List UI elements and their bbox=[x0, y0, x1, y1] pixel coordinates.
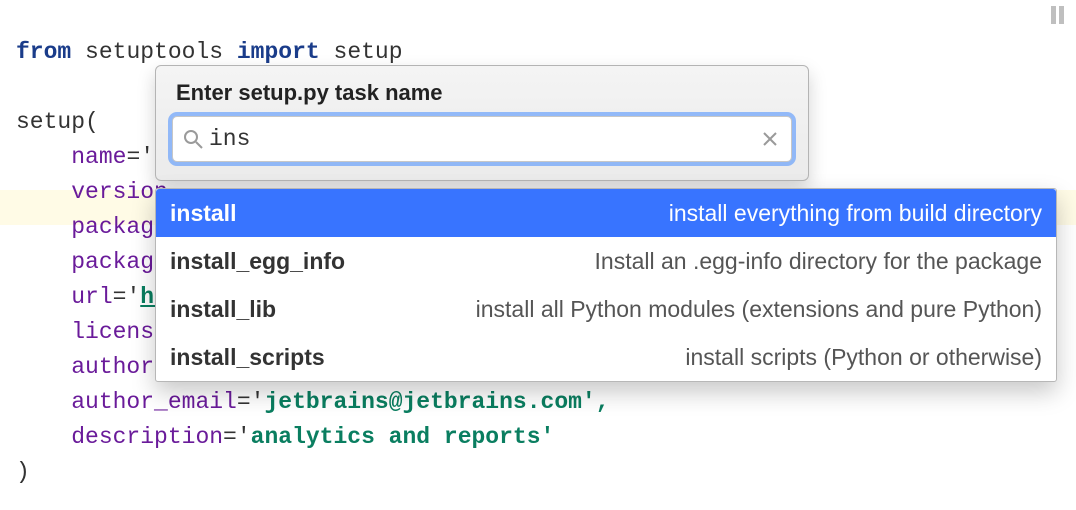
popup-title: Enter setup.py task name bbox=[176, 80, 792, 106]
suggestion-desc: install all Python modules (extensions a… bbox=[476, 291, 1042, 327]
suggestion-item[interactable]: install_scripts install scripts (Python … bbox=[156, 333, 1056, 381]
kwarg-license: license bbox=[71, 319, 168, 345]
kwarg-name: name bbox=[71, 144, 126, 170]
suggestion-name: install_lib bbox=[170, 291, 276, 327]
suggestion-item[interactable]: install install everything from build di… bbox=[156, 189, 1056, 237]
kwarg-author-email: author_email bbox=[71, 389, 237, 415]
suggestion-desc: install scripts (Python or otherwise) bbox=[685, 339, 1042, 375]
suggestion-item[interactable]: install_egg_info Install an .egg-info di… bbox=[156, 237, 1056, 285]
search-box[interactable] bbox=[172, 116, 792, 162]
pause-icon[interactable] bbox=[1048, 6, 1066, 24]
suggestion-desc: install everything from build directory bbox=[669, 195, 1042, 231]
search-input[interactable] bbox=[207, 125, 755, 153]
keyword-import: import bbox=[237, 39, 320, 65]
search-icon bbox=[183, 129, 203, 149]
code-editor[interactable]: from setuptools import setup setup( name… bbox=[0, 0, 1076, 510]
kwarg-version: version bbox=[71, 179, 168, 205]
kwarg-author: author bbox=[71, 354, 154, 380]
suggestion-name: install_scripts bbox=[170, 339, 325, 375]
keyword-from: from bbox=[16, 39, 71, 65]
func-call: setup bbox=[16, 109, 85, 135]
suggestion-desc: Install an .egg-info directory for the p… bbox=[595, 243, 1042, 279]
imported-name: setup bbox=[334, 39, 403, 65]
open-paren: ( bbox=[85, 109, 99, 135]
kwarg-package: package bbox=[71, 214, 168, 240]
suggestion-name: install_egg_info bbox=[170, 243, 345, 279]
task-search-popup: Enter setup.py task name bbox=[155, 65, 809, 181]
kwarg-package: package bbox=[71, 249, 168, 275]
close-paren: ) bbox=[16, 459, 30, 485]
suggestion-name: install bbox=[170, 195, 236, 231]
module-name: setuptools bbox=[85, 39, 223, 65]
clear-icon[interactable] bbox=[755, 124, 785, 154]
kwarg-url: url bbox=[71, 284, 112, 310]
kwarg-description: description bbox=[71, 424, 223, 450]
suggestion-list: install install everything from build di… bbox=[155, 188, 1057, 382]
suggestion-item[interactable]: install_lib install all Python modules (… bbox=[156, 285, 1056, 333]
